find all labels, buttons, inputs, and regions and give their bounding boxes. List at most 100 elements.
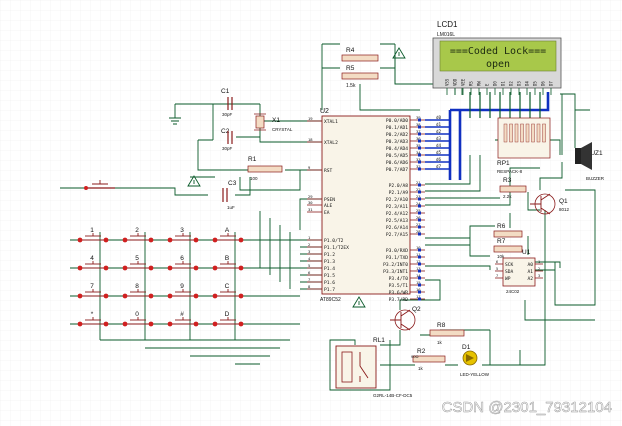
r2-value: 1k: [418, 366, 424, 371]
keypad-key-label: 2: [135, 227, 139, 234]
u2-pin-name: P3.0/RXD: [386, 248, 408, 254]
rp1-value: RESPACK-8: [497, 169, 523, 174]
u1-pin-number: 5: [496, 267, 498, 271]
u2-pin-name: P2.2/A10: [386, 197, 408, 203]
u2-pin-number: 3: [308, 249, 310, 254]
key-pin-dot: [238, 293, 244, 299]
u2-pin-name: P2.5/A13: [386, 218, 408, 224]
u1-addr-number: 1: [538, 260, 540, 264]
u2-pin-name: P2.6/A14: [386, 225, 408, 231]
key-pin-dot: [77, 237, 83, 243]
key-pin-dot: [193, 293, 199, 299]
keypad-key-label: D: [225, 311, 230, 318]
u2-pin-name: P3.7/RD: [389, 297, 409, 303]
r1-value: 100: [250, 176, 258, 181]
keypad-key-label: C: [225, 283, 230, 290]
u2-pin-number: 19: [308, 116, 313, 121]
schematic-canvas: LCD1 LM016L ===Coded Lock=== open VSS VDD…: [0, 0, 622, 426]
rp1-element: [514, 123, 519, 143]
u2-pin-name: P3.3/INT1: [383, 269, 408, 275]
u2-pin-name: P1.4: [324, 266, 335, 272]
c1-value: 30pF: [222, 112, 233, 117]
u2-pin-name: P0.7/AD7: [386, 167, 408, 173]
q2-ref: Q2: [412, 306, 421, 313]
c1-ref: C1: [221, 88, 230, 95]
lcd-pin-label: VDD: [453, 78, 458, 86]
u2-pin-name: P1.0/T2: [324, 238, 344, 244]
u2-pin-name: P0.0/AD0: [386, 118, 408, 124]
lcd-ref: LCD1: [437, 20, 458, 29]
pin-marker: [418, 167, 421, 171]
key-pin-dot: [148, 321, 154, 327]
rp1-element: [542, 123, 546, 143]
keypad-key-label: #: [180, 311, 184, 318]
key-pin-dot: [167, 293, 173, 299]
key-pin-dot: [103, 321, 109, 327]
bus-label: d5: [436, 150, 442, 155]
keypad-key-label: 1: [90, 227, 94, 234]
r6-ref: R6: [497, 223, 506, 230]
schematic-svg: LCD1 LM016L ===Coded Lock=== open VSS VDD…: [0, 0, 622, 426]
u1-addr-number: 2: [538, 267, 540, 271]
u2-pin-name: P1.3: [324, 259, 335, 265]
u1-addr-name: A0: [527, 262, 533, 268]
u2-pin-name: P0.4/AD4: [386, 146, 408, 152]
keypad-key-label: 6: [180, 255, 184, 262]
r1-ref: R1: [248, 156, 257, 163]
key-pin-dot: [77, 321, 83, 327]
key-pin-dot: [212, 237, 218, 243]
u2-pin-name: P0.2/AD2: [386, 132, 408, 138]
bus-label: d3: [436, 136, 442, 141]
u2-pin-name: P1.7: [324, 287, 335, 293]
keypad-key-label: 5: [135, 255, 139, 262]
keypad-key-label: 4: [90, 255, 94, 262]
u2-pin-name: P0.5/AD5: [386, 153, 408, 159]
x1-ref: X1: [272, 117, 280, 124]
keypad-key-label: 3: [180, 227, 184, 234]
u1-pin-name: SDA: [505, 269, 514, 275]
u1-ref: U1: [522, 249, 531, 256]
u2-pin-number: 2: [308, 242, 310, 247]
d1-ref: D1: [462, 344, 471, 351]
key-pin-dot: [212, 293, 218, 299]
u2-pin-name: P0.1/AD1: [386, 125, 408, 131]
lcd-pin-label: D3: [517, 81, 522, 86]
u2-pin-name: P3.1/TXD: [386, 255, 408, 261]
rl1-ref: RL1: [373, 337, 385, 344]
u1-model: 24C02: [506, 289, 520, 294]
lcd-pin-label: D6: [541, 81, 546, 86]
bus-label: d2: [436, 129, 442, 134]
key-pin-dot: [193, 321, 199, 327]
keypad-key-label: 8: [135, 283, 139, 290]
lcd-line-2: open: [486, 59, 510, 70]
key-pin-dot: [212, 321, 218, 327]
r3-value: 2.2k: [503, 194, 512, 199]
rp1-element: [525, 123, 530, 143]
keypad-key-label: A: [225, 227, 230, 234]
r8-ref: R8: [437, 322, 446, 329]
bus-label: d6: [436, 157, 442, 162]
key-pin-dot: [103, 293, 109, 299]
u2-pin-name: P3.4/T0: [389, 276, 409, 282]
key-pin-dot: [122, 321, 128, 327]
u2-pin-name: P3.5/T1: [389, 283, 409, 289]
u2-pin-name: ALE: [324, 203, 333, 209]
u1-pin-number: 6: [496, 260, 498, 264]
u1-pin-number: 7: [496, 274, 498, 278]
q1-value: 8012: [559, 207, 570, 212]
pin-marker: [418, 297, 421, 301]
u2-pin-number: 5: [308, 263, 310, 268]
c3-ref: C3: [228, 180, 237, 187]
lcd-pin-label: D7: [549, 81, 554, 86]
lcd-line-1: ===Coded Lock===: [450, 46, 546, 57]
u2-pin-name: RST: [324, 168, 333, 174]
key-pin-dot: [122, 237, 128, 243]
u2-pin-number: 29: [308, 194, 313, 199]
key-pin-dot: [148, 265, 154, 271]
u1-addr-name: A2: [527, 276, 533, 282]
r2-label: 90Ω: [411, 354, 418, 359]
buz-value: BUZZER: [586, 176, 605, 181]
r8-value: 1k: [437, 340, 443, 345]
key-pin-dot: [122, 265, 128, 271]
r5-ref: R5: [346, 65, 355, 72]
